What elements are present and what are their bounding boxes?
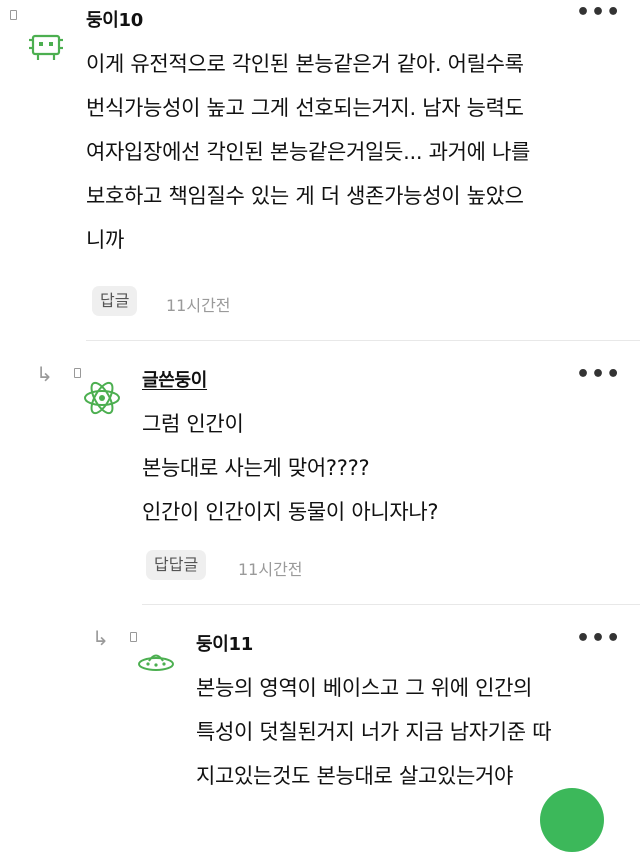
comment-body: 이게 유전적으로 각인된 본능같은거 같아. 어릴수록 번식가능성이 높고 그게… — [86, 42, 530, 262]
reply-button[interactable]: 답답글 — [146, 550, 207, 580]
atom-icon — [84, 381, 120, 415]
comment-timestamp: 11시간전 — [166, 296, 231, 315]
comment-line: 보호하고 책임질수 있는 게 더 생존가능성이 높았으 — [86, 184, 524, 208]
comment-line: 본능의 영역이 베이스고 그 위에 인간의 — [196, 676, 533, 700]
comment-nickname[interactable]: 글쓴둥이 — [142, 366, 207, 392]
floating-action-button[interactable] — [540, 788, 604, 852]
reply-arrow-icon: ↳ — [36, 362, 53, 386]
comment-line: 니까 — [86, 228, 125, 252]
comment-3: ↳ 둥이11 ••• 본능의 영역이 베이스고 그 위에 인간의 특성이 덧칠된… — [0, 604, 640, 800]
more-options-button[interactable]: ••• — [576, 2, 621, 24]
comment-line: 특성이 덧칠된거지 너가 지금 남자기준 따 — [196, 720, 552, 744]
more-options-button[interactable]: ••• — [576, 628, 621, 650]
reply-button[interactable]: 답글 — [92, 286, 138, 316]
comment-line: 번식가능성이 높고 그게 선호되는거지. 남자 능력도 — [86, 96, 524, 120]
comment-nickname[interactable]: 둥이11 — [196, 630, 253, 656]
comment-1: 둥이10 ••• 이게 유전적으로 각인된 본능같은거 같아. 어릴수록 번식가… — [0, 0, 640, 340]
comment-2: ↳ 글쓴둥이 ••• 그럼 인간이 본능대로 사는게 맞어???? 인간이 인간… — [0, 340, 640, 600]
comment-line: 이게 유전적으로 각인된 본능같은거 같아. 어릴수록 — [86, 52, 524, 76]
ufo-icon — [138, 654, 174, 671]
comment-line: 그럼 인간이 — [142, 412, 244, 436]
comment-marker-icon — [10, 10, 17, 20]
comment-marker-icon — [74, 368, 81, 378]
comment-line: 지고있는것도 본능대로 살고있는거야 — [196, 764, 514, 788]
comment-nickname[interactable]: 둥이10 — [86, 6, 143, 32]
comment-line: 인간이 인간이지 동물이 아니자나? — [142, 500, 439, 524]
comment-marker-icon — [130, 632, 137, 642]
comment-body: 그럼 인간이 본능대로 사는게 맞어???? 인간이 인간이지 동물이 아니자나… — [142, 402, 439, 534]
reply-arrow-icon: ↳ — [92, 626, 109, 650]
comment-timestamp: 11시간전 — [238, 560, 303, 579]
comment-body: 본능의 영역이 베이스고 그 위에 인간의 특성이 덧칠된거지 너가 지금 남자… — [196, 666, 552, 798]
more-options-button[interactable]: ••• — [576, 364, 621, 386]
comment-line: 본능대로 사는게 맞어???? — [142, 456, 370, 480]
space-invader-icon — [29, 34, 63, 60]
comment-line: 여자입장에선 각인된 본능같은거일듯... 과거에 나를 — [86, 140, 531, 164]
